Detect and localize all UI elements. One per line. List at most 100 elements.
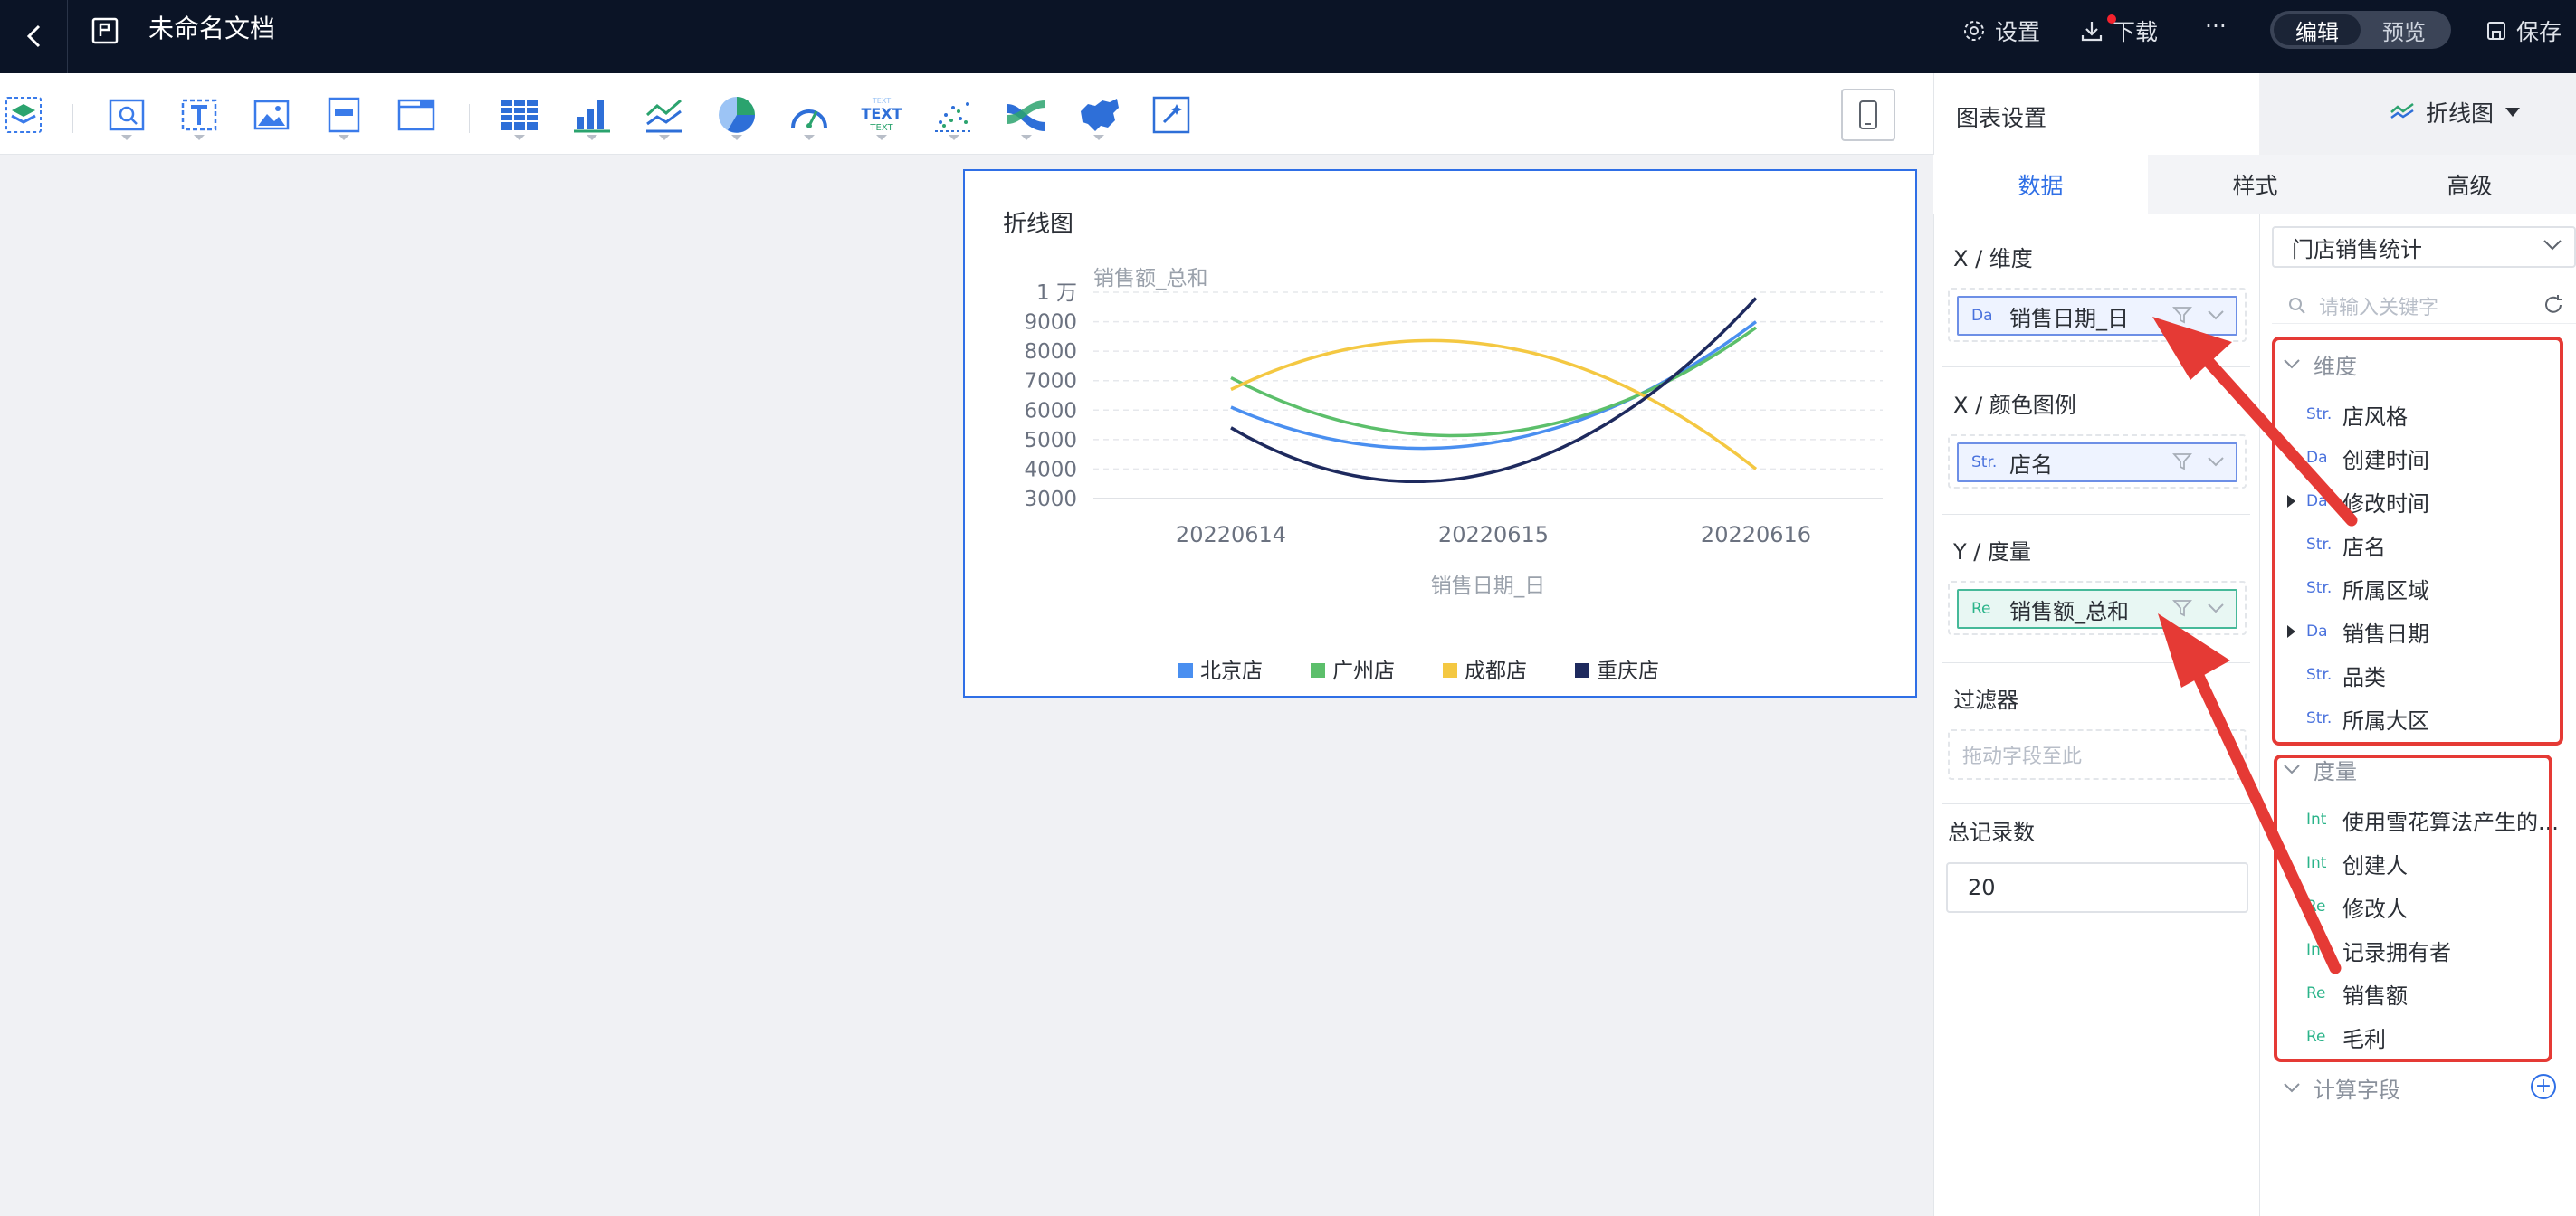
- filter-icon[interactable]: [2172, 598, 2192, 618]
- pie-chart-tool[interactable]: [715, 93, 758, 137]
- add-calc-field-button[interactable]: +: [2531, 1074, 2556, 1099]
- text-box-icon: [181, 99, 217, 131]
- record-count-label: 总记录数: [1948, 820, 2035, 845]
- x-axis-label: 销售日期_日: [1431, 575, 1546, 598]
- y-tick-label: 3000: [1024, 488, 1077, 511]
- mobile-preview-button[interactable]: [1841, 89, 1895, 141]
- table-icon: [501, 100, 538, 130]
- filter-label: 过滤器: [1953, 688, 2018, 713]
- download-button[interactable]: 下载: [2080, 13, 2158, 49]
- y-tick-label: 4000: [1024, 458, 1077, 481]
- bar-chart-tool-caret[interactable]: [587, 135, 597, 140]
- sankey-tool[interactable]: [1005, 93, 1048, 137]
- more-label: ···: [2205, 12, 2227, 39]
- layers-tool[interactable]: [2, 93, 45, 137]
- x-color-field-chip[interactable]: Str. 店名: [1957, 442, 2237, 482]
- svg-text:TEXT: TEXT: [869, 123, 893, 133]
- mode-edit-button[interactable]: 编辑: [2274, 14, 2361, 45]
- table-tool-caret[interactable]: [514, 135, 525, 140]
- table-tool[interactable]: [498, 93, 541, 137]
- filter-dropzone[interactable]: 拖动字段至此: [1948, 729, 2247, 780]
- gear-icon: [1964, 21, 1984, 41]
- map-tool[interactable]: [1077, 93, 1121, 137]
- x-color-label: X / 颜色图例: [1953, 393, 2076, 418]
- word-cloud-tool-caret[interactable]: [876, 135, 887, 140]
- filter-icon[interactable]: [2172, 451, 2192, 471]
- text-tool-caret[interactable]: [194, 135, 205, 140]
- query-tool[interactable]: [105, 93, 148, 137]
- sankey-tool-caret[interactable]: [1021, 135, 1032, 140]
- scatter-icon: [935, 102, 973, 132]
- word-cloud-tool[interactable]: TEXT TEXT TEXT: [860, 93, 903, 137]
- save-label: 保存: [2516, 19, 2562, 45]
- x-dimension-dropzone[interactable]: Da 销售日期_日: [1948, 288, 2247, 342]
- chart-type-selector[interactable]: 折线图: [2390, 94, 2521, 130]
- bar-chart-tool[interactable]: [570, 93, 614, 137]
- annotation-box-dimensions: [2272, 337, 2563, 746]
- settings-header: 图表设置: [1956, 105, 2047, 131]
- chevron-down-icon[interactable]: [2207, 455, 2225, 468]
- field-search[interactable]: 请输入关键字: [2272, 288, 2576, 324]
- svg-text:TEXT: TEXT: [861, 105, 902, 122]
- mode-preview-button[interactable]: 预览: [2361, 14, 2447, 45]
- record-count-input[interactable]: 20: [1946, 862, 2248, 913]
- y-tick-label: 8000: [1024, 340, 1077, 364]
- toolbar-divider: [72, 104, 73, 133]
- y-measure-dropzone[interactable]: Re 销售额_总和: [1948, 581, 2247, 635]
- y-tick-label: 5000: [1024, 429, 1077, 452]
- filter-icon[interactable]: [2172, 305, 2192, 325]
- dataset-select[interactable]: 门店销售统计: [2272, 226, 2576, 268]
- search-placeholder: 请输入关键字: [2319, 296, 2439, 319]
- scatter-tool-caret[interactable]: [949, 135, 959, 140]
- tab-data[interactable]: 数据: [1933, 155, 2148, 214]
- settings-tabs: 数据 样式 高级: [1933, 155, 2576, 214]
- field-type-badge: Da: [1971, 307, 1993, 325]
- x-dimension-field-chip[interactable]: Da 销售日期_日: [1957, 296, 2237, 336]
- refresh-icon[interactable]: [2542, 293, 2565, 317]
- save-button[interactable]: 保存: [2485, 13, 2562, 49]
- chevron-down-icon[interactable]: [2207, 309, 2225, 321]
- mode-switch: 编辑 预览: [2270, 11, 2451, 49]
- gauge-tool-caret[interactable]: [804, 135, 815, 140]
- field-name: 销售日期_日: [2009, 305, 2129, 331]
- back-button[interactable]: [7, 13, 62, 60]
- sankey-icon: [1007, 100, 1045, 131]
- container-tool[interactable]: [395, 93, 438, 137]
- calc-field-group-header[interactable]: 计算字段: [2283, 1069, 2400, 1106]
- more-button[interactable]: ···: [2205, 7, 2227, 43]
- pie-chart-tool-caret[interactable]: [731, 135, 742, 140]
- x-tick-label: 20220615: [1438, 522, 1549, 547]
- x-dimension-label: X / 维度: [1953, 246, 2033, 271]
- x-color-dropzone[interactable]: Str. 店名: [1948, 434, 2247, 489]
- y-tick-label: 9000: [1024, 311, 1077, 335]
- image-tool[interactable]: [250, 93, 293, 137]
- chevron-down-icon[interactable]: [2207, 602, 2225, 614]
- line-chart-tool-caret[interactable]: [659, 135, 670, 140]
- legend-swatch: [1311, 663, 1325, 678]
- layout-tool-caret[interactable]: [339, 135, 349, 140]
- layout-tool[interactable]: [322, 93, 366, 137]
- settings-button[interactable]: 设置: [1962, 13, 2040, 49]
- line-chart-tool[interactable]: [643, 93, 686, 137]
- gauge-tool[interactable]: [787, 93, 831, 137]
- line-chart-widget[interactable]: 折线图 3000 4000 5000 6000 7000 8000 9000 1 万销售额_总…: [963, 169, 1917, 698]
- save-icon: [2487, 22, 2505, 40]
- custom-tool[interactable]: [1150, 93, 1193, 137]
- scatter-tool[interactable]: [932, 93, 976, 137]
- search-box-icon: [109, 99, 145, 131]
- text-tool[interactable]: [177, 93, 221, 137]
- tab-style[interactable]: 样式: [2148, 155, 2362, 214]
- section-divider: [1942, 514, 2250, 515]
- y-measure-field-chip[interactable]: Re 销售额_总和: [1957, 589, 2237, 629]
- top-bar: 未命名文档 设置 下载 ··· 编辑 预览 保存: [0, 0, 2576, 73]
- component-toolbar: TEXT TEXT TEXT: [0, 73, 1933, 155]
- tab-advanced[interactable]: 高级: [2362, 155, 2576, 214]
- pie-chart-icon: [719, 97, 755, 133]
- map-tool-caret[interactable]: [1093, 135, 1104, 140]
- document-title[interactable]: 未命名文档: [148, 11, 275, 47]
- line-chart-icon: [645, 99, 682, 133]
- legend-swatch: [1443, 663, 1457, 678]
- query-tool-caret[interactable]: [121, 135, 132, 140]
- gauge-icon: [791, 109, 827, 128]
- window-icon: [397, 99, 435, 131]
